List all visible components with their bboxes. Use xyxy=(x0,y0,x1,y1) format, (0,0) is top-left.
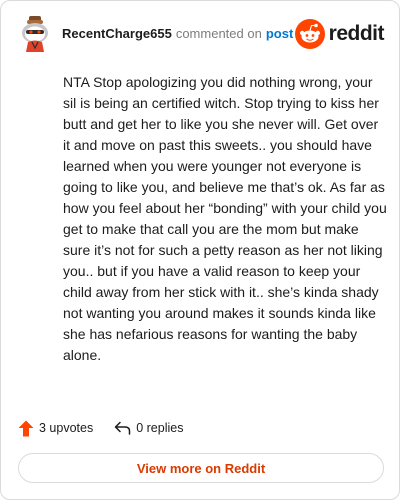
upvote-arrow-icon xyxy=(18,420,34,436)
reddit-wordmark: reddit xyxy=(328,22,385,45)
comment-header: RecentCharge655 commented on post reddit xyxy=(18,15,385,53)
action-text: commented on xyxy=(175,26,262,41)
post-link[interactable]: post xyxy=(266,26,293,42)
comment-text: NTA Stop apologizing you did nothing wro… xyxy=(63,74,387,363)
upvote-button[interactable]: 3 upvotes xyxy=(18,420,93,437)
comment-card: RecentCharge655 commented on post reddit… xyxy=(0,0,400,500)
username[interactable]: RecentCharge655 xyxy=(62,26,172,42)
comment-footer: 3 upvotes 0 replies xyxy=(18,418,183,438)
reply-arrow-icon xyxy=(114,421,131,435)
upvotes-count: 3 upvotes xyxy=(39,421,94,435)
reddit-snoo-icon xyxy=(294,19,325,49)
reddit-brand[interactable]: reddit xyxy=(294,19,385,49)
view-more-button[interactable]: View more on Reddit xyxy=(18,453,384,483)
avatar[interactable] xyxy=(18,15,52,53)
replies-count: 0 replies xyxy=(136,421,184,435)
comment-body: NTA Stop apologizing you did nothing wro… xyxy=(63,72,389,366)
comment-meta: RecentCharge655 commented on post xyxy=(62,26,293,42)
replies-button[interactable]: 0 replies xyxy=(114,421,183,435)
